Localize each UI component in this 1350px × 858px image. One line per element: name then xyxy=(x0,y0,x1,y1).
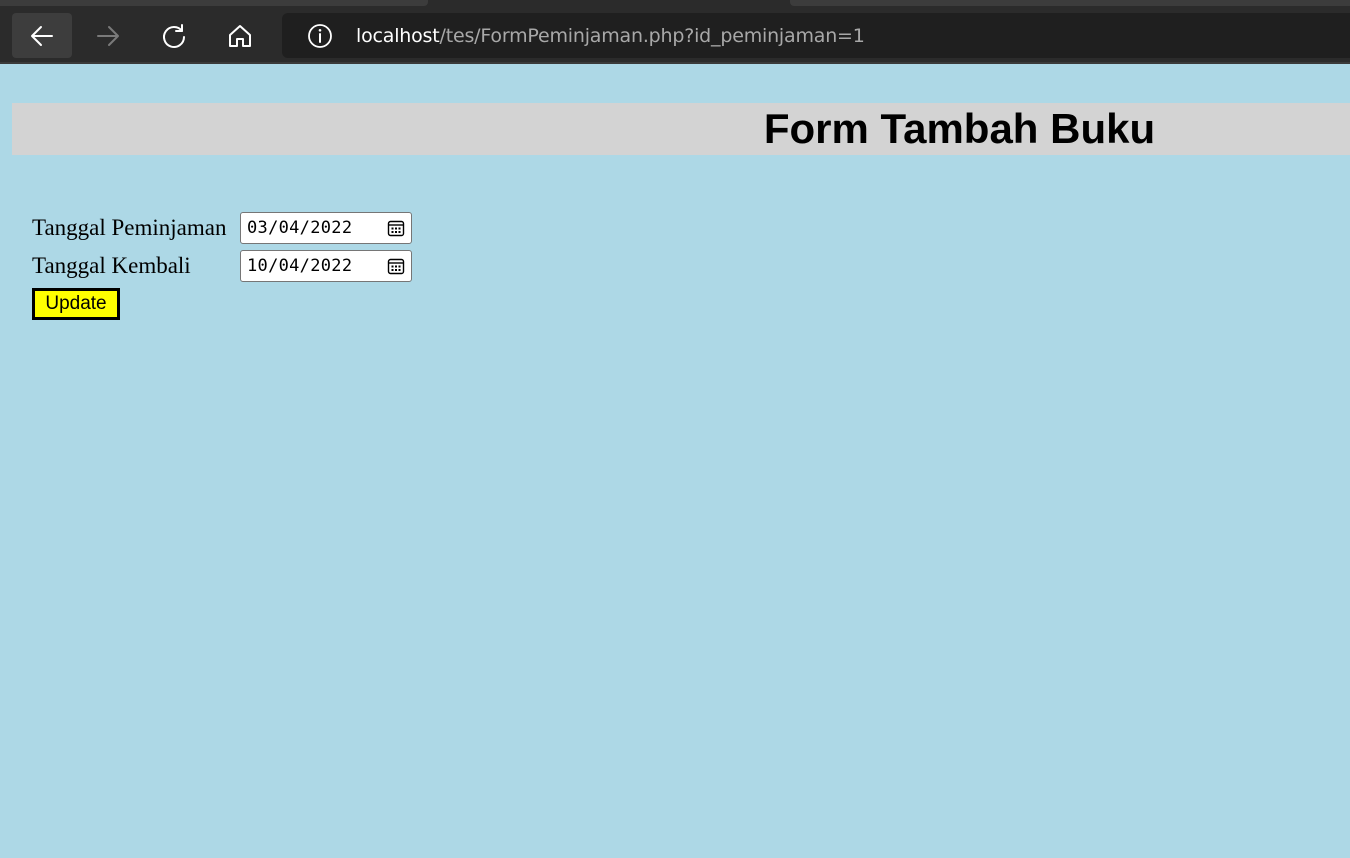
page-title: Form Tambah Buku xyxy=(763,105,1156,152)
page-header: Form Tambah Buku xyxy=(12,103,1350,155)
tanggal-kembali-value: 10/04/2022 xyxy=(247,256,353,276)
address-bar[interactable]: localhost/tes/FormPeminjaman.php?id_pemi… xyxy=(282,13,1350,58)
tab-strip-left xyxy=(0,0,428,6)
update-button[interactable]: Update xyxy=(32,288,120,320)
forward-button[interactable] xyxy=(78,13,138,58)
tanggal-peminjaman-input[interactable]: 03/04/2022 xyxy=(240,212,412,244)
home-icon xyxy=(229,24,251,47)
loan-form: Tanggal Peminjaman 03/04/2022 Tanggal Ke… xyxy=(32,212,412,320)
url-text[interactable]: localhost/tes/FormPeminjaman.php?id_pemi… xyxy=(356,25,865,47)
calendar-icon[interactable] xyxy=(387,257,405,275)
refresh-button[interactable] xyxy=(144,13,204,58)
form-row-tanggal-peminjaman: Tanggal Peminjaman 03/04/2022 xyxy=(32,212,412,244)
back-button[interactable] xyxy=(12,13,72,58)
active-tab-edge xyxy=(430,0,788,6)
back-arrow-icon xyxy=(31,25,53,46)
info-icon[interactable] xyxy=(306,22,334,50)
tanggal-kembali-input[interactable]: 10/04/2022 xyxy=(240,250,412,282)
url-host: localhost xyxy=(356,24,440,47)
forward-arrow-icon xyxy=(97,25,119,46)
tanggal-peminjaman-value: 03/04/2022 xyxy=(247,218,353,238)
refresh-icon xyxy=(163,23,185,48)
url-path: /tes/FormPeminjaman.php?id_peminjaman=1 xyxy=(439,24,865,47)
form-row-tanggal-kembali: Tanggal Kembali 10/04/2022 xyxy=(32,250,412,282)
tanggal-peminjaman-label: Tanggal Peminjaman xyxy=(32,215,227,240)
tab-strip-right xyxy=(790,0,1350,6)
calendar-icon[interactable] xyxy=(387,219,405,237)
browser-toolbar: localhost/tes/FormPeminjaman.php?id_pemi… xyxy=(0,0,1350,64)
home-button[interactable] xyxy=(210,13,270,58)
tanggal-kembali-label: Tanggal Kembali xyxy=(32,253,191,278)
